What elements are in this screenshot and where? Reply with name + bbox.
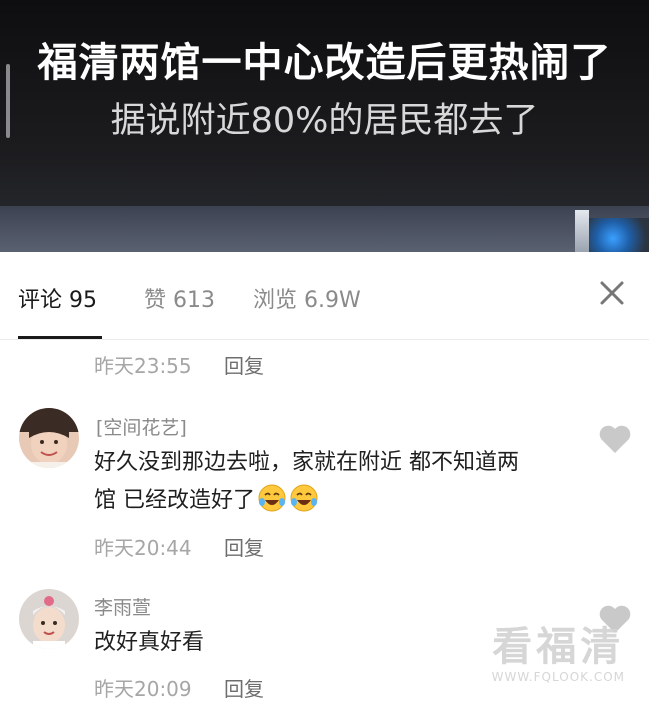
video-scene [0, 206, 649, 252]
watermark-url: WWW.FQLOOK.COM [491, 670, 625, 684]
watermark-text: 看福清 [492, 624, 625, 670]
close-icon[interactable] [597, 278, 627, 308]
comment-time: 昨天20:09 [94, 677, 192, 701]
comment-time: 昨天20:44 [94, 536, 192, 560]
video-subtitle: 据说附近80%的居民都去了 [110, 101, 539, 141]
comment-username[interactable]: [空间花艺] [96, 413, 187, 440]
comments-sheet: 评论 95 赞 613 浏览 6.9W 昨天23:55 回复 [空间花艺] 好久… [0, 252, 649, 710]
comment-text-line: 好久没到那边去啦，家就在附近 都不知道两 [94, 450, 519, 475]
comment-tabs: 评论 95 赞 613 浏览 6.9W [0, 252, 649, 340]
comment-text: 好久没到那边去啦，家就在附近 都不知道两 馆 已经改造好了 [94, 444, 594, 520]
reply-button[interactable]: 回复 [224, 532, 264, 561]
watermark-logo: 看福清 WWW.FQLOOK.COM [492, 614, 625, 684]
avatar[interactable] [19, 589, 79, 649]
tab-comments[interactable]: 评论 95 [18, 282, 97, 314]
video-preview[interactable]: 福清两馆一中心改造后更热闹了 据说附近80%的居民都去了 [0, 0, 649, 252]
like-heart-icon[interactable] [598, 424, 632, 454]
reply-button[interactable]: 回复 [224, 673, 264, 702]
rofl-emoji-icon [290, 484, 318, 512]
tab-views[interactable]: 浏览 6.9W [253, 282, 361, 314]
avatar[interactable] [19, 408, 79, 468]
rofl-emoji-icon [258, 484, 286, 512]
reply-button[interactable]: 回复 [224, 350, 264, 379]
comment-username[interactable]: 李雨萱 [94, 593, 151, 620]
comment-text-line: 馆 已经改造好了 [94, 482, 594, 520]
comment-time: 昨天23:55 [94, 354, 192, 378]
video-title: 福清两馆一中心改造后更热闹了 [37, 40, 612, 86]
tab-likes[interactable]: 赞 613 [144, 282, 215, 314]
active-tab-indicator [18, 336, 102, 339]
